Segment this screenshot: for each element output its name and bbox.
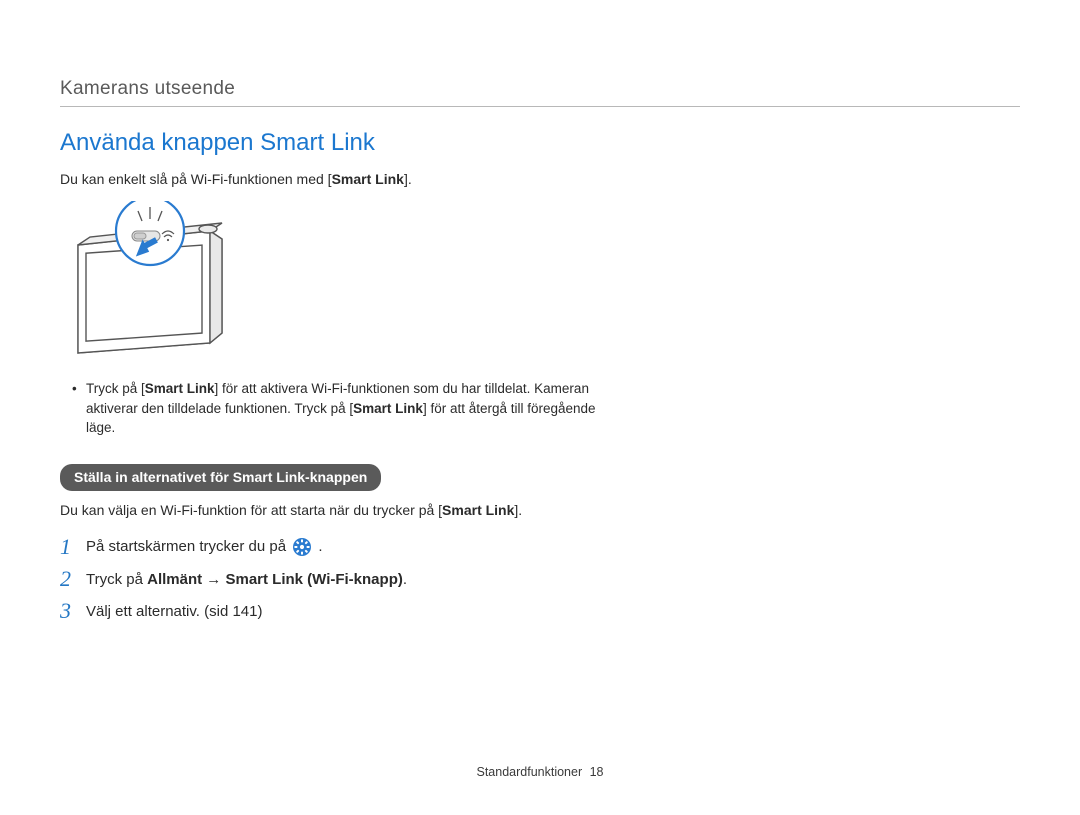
footer-page-number: 18 — [590, 765, 604, 779]
step-3-text: Välj ett alternativ. (sid 141) — [86, 603, 262, 620]
section-header: Kamerans utseende — [60, 78, 1020, 107]
page-title: Använda knappen Smart Link — [60, 129, 1020, 157]
step-3-number: 3 — [60, 600, 86, 622]
footer-label: Standardfunktioner — [476, 765, 582, 779]
intro-text-before: Du kan enkelt slå på Wi-Fi-funktionen me… — [60, 171, 332, 187]
step-2-text: Tryck på Allmänt → Smart Link (Wi-Fi-kna… — [86, 571, 407, 588]
camera-illustration — [60, 201, 1020, 361]
gear-icon — [292, 537, 312, 557]
bullet-bold1: Smart Link — [145, 381, 215, 396]
subintro-c: ]. — [514, 502, 522, 518]
subintro-a: Du kan välja en Wi-Fi-funktion för att s… — [60, 502, 442, 518]
subintro-b: Smart Link — [442, 502, 514, 518]
bullet-seg1: Tryck på [ — [86, 381, 145, 396]
step-2-d: . — [403, 571, 407, 588]
document-page: Kamerans utseende Använda knappen Smart … — [0, 0, 1080, 815]
page-footer: Standardfunktioner 18 — [0, 765, 1080, 779]
subintro-paragraph: Du kan välja en Wi-Fi-funktion för att s… — [60, 501, 620, 521]
bullet-note: • Tryck på [Smart Link] för att aktivera… — [72, 379, 602, 438]
step-1: 1 På startskärmen trycker du på — [60, 536, 1020, 558]
step-2: 2 Tryck på Allmänt → Smart Link (Wi-Fi-k… — [60, 568, 1020, 590]
step-1-after: . — [318, 538, 322, 555]
step-2-arrow: → — [202, 571, 225, 588]
bullet-bold2: Smart Link — [353, 401, 423, 416]
camera-svg — [60, 201, 235, 356]
step-2-c: Smart Link (Wi-Fi-knapp) — [225, 571, 402, 588]
subsection-pill: Ställa in alternativet för Smart Link-kn… — [60, 464, 381, 491]
intro-bold: Smart Link — [332, 171, 404, 187]
bullet-text: Tryck på [Smart Link] för att aktivera W… — [86, 379, 602, 438]
intro-paragraph: Du kan enkelt slå på Wi-Fi-funktionen me… — [60, 171, 1020, 187]
step-1-text: På startskärmen trycker du på — [86, 537, 323, 557]
bullet-dot: • — [72, 379, 86, 438]
step-2-number: 2 — [60, 568, 86, 590]
step-1-number: 1 — [60, 536, 86, 558]
step-3: 3 Välj ett alternativ. (sid 141) — [60, 600, 1020, 622]
step-2-a: Tryck på — [86, 571, 147, 588]
steps-list: 1 På startskärmen trycker du på — [60, 536, 1020, 622]
step-2-b: Allmänt — [147, 571, 202, 588]
step-1-text-inner: På startskärmen trycker du på — [86, 538, 290, 555]
intro-text-after: ]. — [404, 171, 412, 187]
